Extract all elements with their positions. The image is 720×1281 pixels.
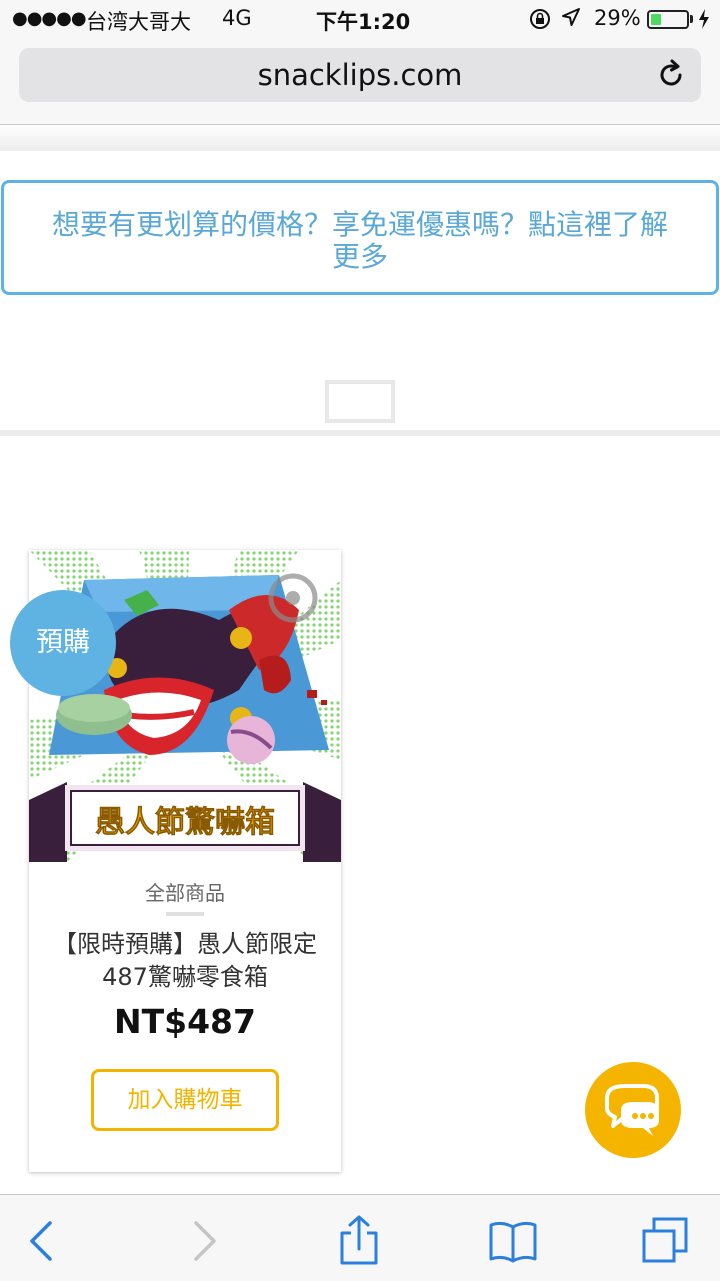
battery-tip [690,15,693,23]
chat-bubble-icon [605,1084,659,1136]
back-icon[interactable] [18,1215,68,1265]
location-icon [560,6,582,33]
add-to-cart-button[interactable]: 加入購物車 [91,1069,279,1131]
battery-percent: 29% [594,6,641,30]
tabs-icon[interactable] [640,1215,690,1265]
address-bar-area: snacklips.com [0,40,720,125]
browser-toolbar [0,1194,720,1281]
share-icon[interactable] [334,1215,384,1265]
bookmarks-icon[interactable] [488,1215,538,1265]
rotation-lock-icon [528,7,552,36]
product-banner-text: 愚人節驚嚇箱 [95,805,275,840]
chat-button[interactable] [585,1062,681,1158]
forward-icon[interactable] [178,1215,228,1265]
product-price: NT$487 [114,1002,256,1041]
clock: 下午1:20 [316,10,411,34]
product-category[interactable]: 全部商品 [29,877,341,906]
battery-icon [647,10,689,29]
reload-icon[interactable] [655,58,687,90]
category-underline [166,912,204,916]
preorder-badge: 預購 [10,590,116,696]
product-name[interactable]: 【限時預購】愚人節限定487驚嚇零食箱 [47,928,323,994]
signal-strength: ●●●●● [12,8,87,29]
address-bar[interactable]: snacklips.com [19,48,701,102]
header-shadow [0,125,720,151]
charging-icon [698,8,710,35]
url-text[interactable]: snacklips.com [19,58,701,92]
section-divider [0,430,720,436]
carrier-name: 台湾大哥大 [86,10,191,34]
promo-banner[interactable]: 想要有更划算的價格？享免運優惠嗎？點這裡了解更多 [1,180,719,295]
image-placeholder [325,380,395,423]
status-bar: ●●●●● 台湾大哥大 4G 下午1:20 29% [0,0,720,40]
network-type: 4G [222,6,252,30]
promo-text[interactable]: 想要有更划算的價格？享免運優惠嗎？點這裡了解更多 [44,209,676,273]
